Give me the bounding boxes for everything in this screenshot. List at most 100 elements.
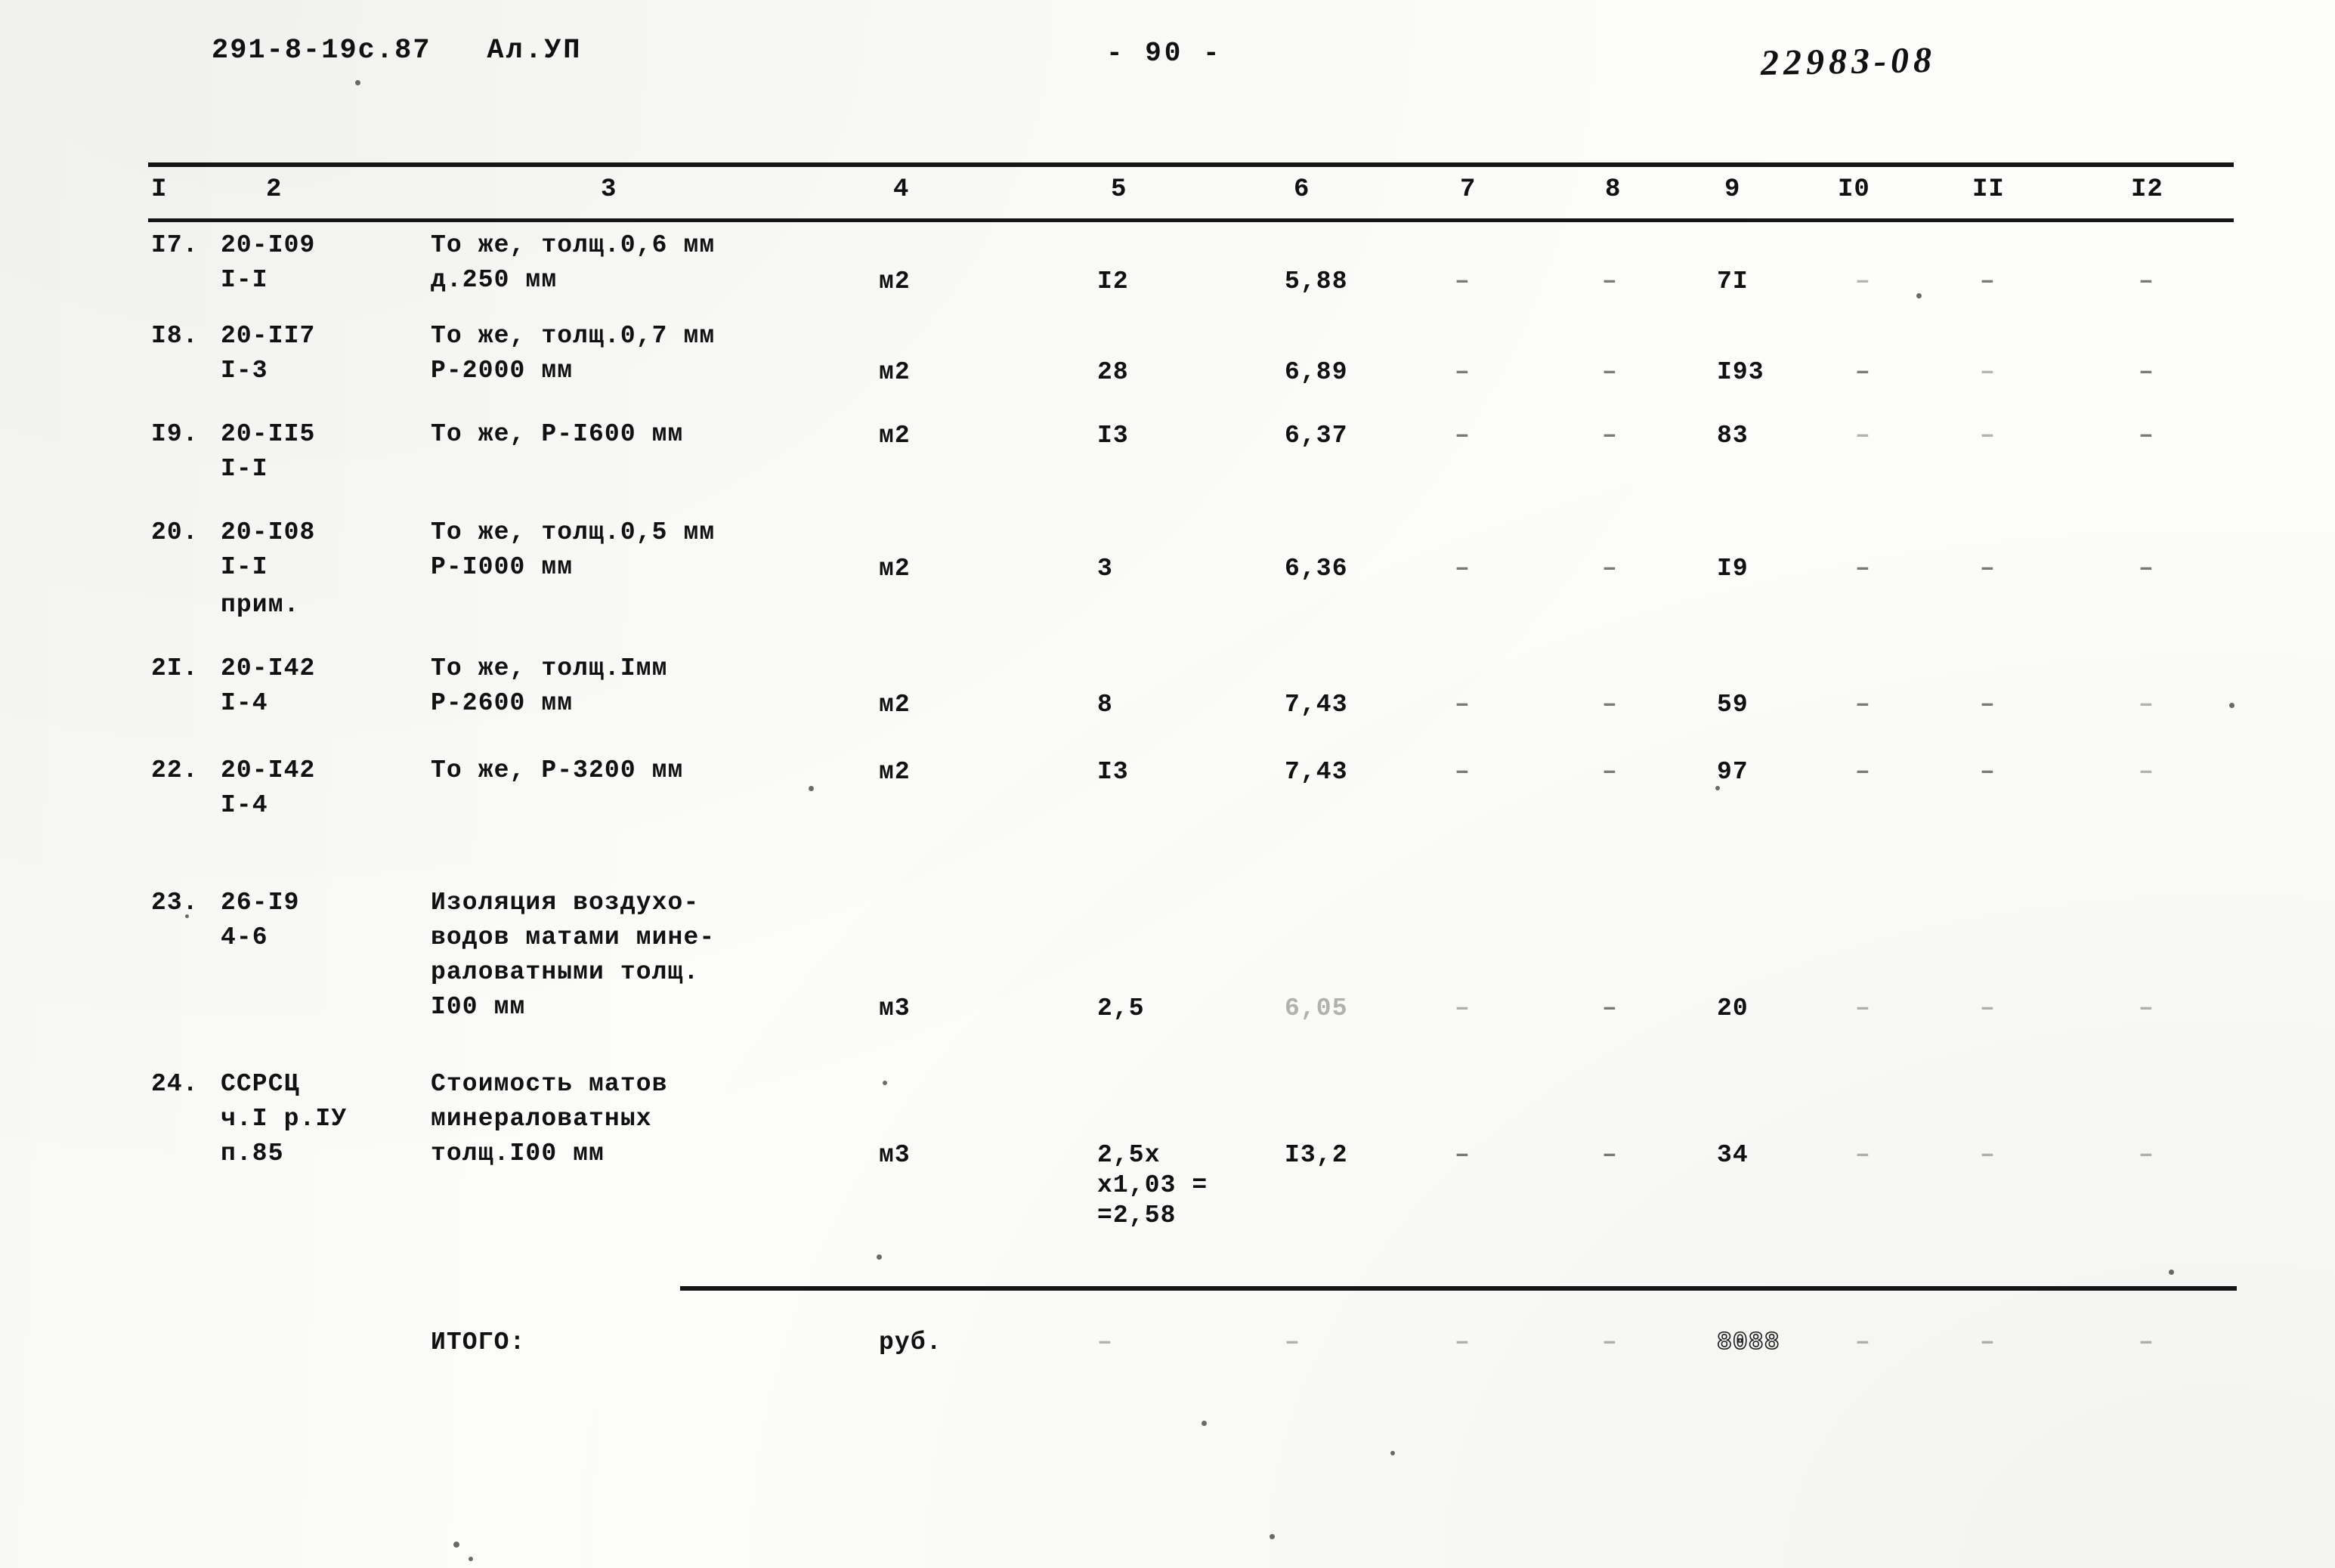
row-col7: – <box>1455 994 1471 1022</box>
row-col12: – <box>2139 555 2154 583</box>
total-col8: – <box>1602 1328 1618 1356</box>
row-total: 59 <box>1717 691 1749 719</box>
total-col6: – <box>1285 1328 1300 1356</box>
row-quantity: I3 <box>1097 758 1129 786</box>
row-col8: – <box>1602 1141 1618 1169</box>
scan-speck <box>185 914 189 918</box>
row-code-line-2: ч.I р.IУ <box>221 1105 348 1133</box>
row-col11: – <box>1980 268 1996 295</box>
row-total: I9 <box>1717 555 1749 583</box>
row-quantity: I2 <box>1097 268 1129 295</box>
table-row: I8. 20-II7 I-3 То же, толщ.0,7 мм Р-2000… <box>0 317 2335 416</box>
row-number: I9. <box>151 420 199 448</box>
scan-speck <box>453 1542 459 1548</box>
row-unit: м2 <box>879 691 911 719</box>
row-desc-line-3: раловатными толщ. <box>431 958 700 986</box>
row-desc-line-1: То же, толщ.0,6 мм <box>431 231 716 259</box>
row-col11: – <box>1980 358 1996 386</box>
row-code-line-3: прим. <box>221 591 300 619</box>
row-col12: – <box>2139 358 2154 386</box>
archive-stamp-number: 22983-08 <box>1760 39 1937 84</box>
total-label: ИТОГО: <box>431 1328 526 1356</box>
total-col5: – <box>1097 1328 1113 1356</box>
row-price: 7,43 <box>1285 758 1348 786</box>
row-col11: – <box>1980 691 1996 719</box>
row-code-line-1: 20-I09 <box>221 231 316 259</box>
row-quantity: 3 <box>1097 555 1113 583</box>
total-separator-rule <box>680 1286 2237 1291</box>
row-desc-line-2: д.250 мм <box>431 266 558 294</box>
row-col7: – <box>1455 691 1471 719</box>
table-top-rule <box>148 162 2234 167</box>
row-col8: – <box>1602 691 1618 719</box>
table-column-headers: I 2 3 4 5 6 7 8 9 I0 II I2 <box>0 175 2335 213</box>
column-header-10: I0 <box>1838 175 1870 204</box>
row-code-line-2: I-4 <box>221 791 268 819</box>
row-quantity: 2,5 <box>1097 994 1145 1022</box>
total-unit: руб. <box>879 1328 942 1356</box>
total-col12: – <box>2139 1328 2154 1356</box>
row-unit: м2 <box>879 268 911 295</box>
row-col7: – <box>1455 1141 1471 1169</box>
row-price: 7,43 <box>1285 691 1348 719</box>
row-code-line-1: 20-I42 <box>221 654 316 682</box>
row-price: 5,88 <box>1285 268 1348 295</box>
row-desc-line-2: Р-2000 мм <box>431 357 574 385</box>
row-total: 83 <box>1717 422 1749 450</box>
row-col10: – <box>1855 1141 1871 1169</box>
row-total: I93 <box>1717 358 1764 386</box>
scan-speck <box>809 786 814 791</box>
album-label: Ал.УП <box>487 35 583 66</box>
table-row: 24. ССРСЦ ч.I р.IУ п.85 Стоимость матов … <box>0 1065 2335 1239</box>
scan-speck <box>1916 293 1922 298</box>
row-col10: – <box>1855 555 1871 583</box>
column-header-3: 3 <box>601 175 617 204</box>
table-row: 20. 20-I08 I-I прим. То же, толщ.0,5 мм … <box>0 514 2335 650</box>
row-col11: – <box>1980 555 1996 583</box>
page-header: 291-8-19с.87 Ал.УП - 90 - 22983-08 <box>0 35 2335 88</box>
row-code-line-2: I-I <box>221 455 268 483</box>
row-desc-line-1: То же, Р-3200 мм <box>431 756 684 784</box>
row-unit: м2 <box>879 758 911 786</box>
row-col10: – <box>1855 758 1871 786</box>
table-row: I9. 20-II5 I-I То же, Р-I600 мм м2 I3 6,… <box>0 416 2335 514</box>
row-code-line-2: I-4 <box>221 689 268 717</box>
row-price: 6,37 <box>1285 422 1348 450</box>
row-total: 20 <box>1717 994 1749 1022</box>
total-row: ИТОГО: руб. – – – – 8088 – – – <box>0 1324 2335 1377</box>
row-price: 6,89 <box>1285 358 1348 386</box>
row-code-line-2: I-I <box>221 553 268 581</box>
scan-speck <box>1715 786 1720 790</box>
row-unit: м2 <box>879 555 911 583</box>
column-header-2: 2 <box>266 175 283 204</box>
row-number: I7. <box>151 231 199 259</box>
row-col11: – <box>1980 994 1996 1022</box>
table-row: I7. 20-I09 I-I То же, толщ.0,6 мм д.250 … <box>0 227 2335 317</box>
scan-speck <box>883 1081 887 1085</box>
row-number: 20. <box>151 518 199 546</box>
row-desc-line-2: Р-2600 мм <box>431 689 574 717</box>
row-quantity: I3 <box>1097 422 1129 450</box>
row-col8: – <box>1602 758 1618 786</box>
column-header-11: II <box>1972 175 2005 204</box>
row-col7: – <box>1455 358 1471 386</box>
row-col8: – <box>1602 422 1618 450</box>
row-desc-line-4: I00 мм <box>431 993 526 1021</box>
row-unit: м2 <box>879 422 911 450</box>
row-desc-line-2: Р-I000 мм <box>431 553 574 581</box>
row-total: 97 <box>1717 758 1749 786</box>
row-unit: м3 <box>879 994 911 1022</box>
row-desc-line-1: Стоимость матов <box>431 1070 668 1098</box>
row-col8: – <box>1602 268 1618 295</box>
scan-speck <box>2229 703 2234 708</box>
row-number: 23. <box>151 889 199 917</box>
row-col7: – <box>1455 758 1471 786</box>
scan-speck <box>469 1557 473 1561</box>
scan-speck <box>1270 1534 1275 1539</box>
row-price: 6,05 <box>1285 994 1348 1022</box>
table-header-rule <box>148 218 2234 222</box>
row-col12: – <box>2139 758 2154 786</box>
table-row: 22. 20-I42 I-4 То же, Р-3200 мм м2 I3 7,… <box>0 752 2335 884</box>
row-code-line-1: ССРСЦ <box>221 1070 300 1098</box>
row-price: I3,2 <box>1285 1141 1348 1169</box>
